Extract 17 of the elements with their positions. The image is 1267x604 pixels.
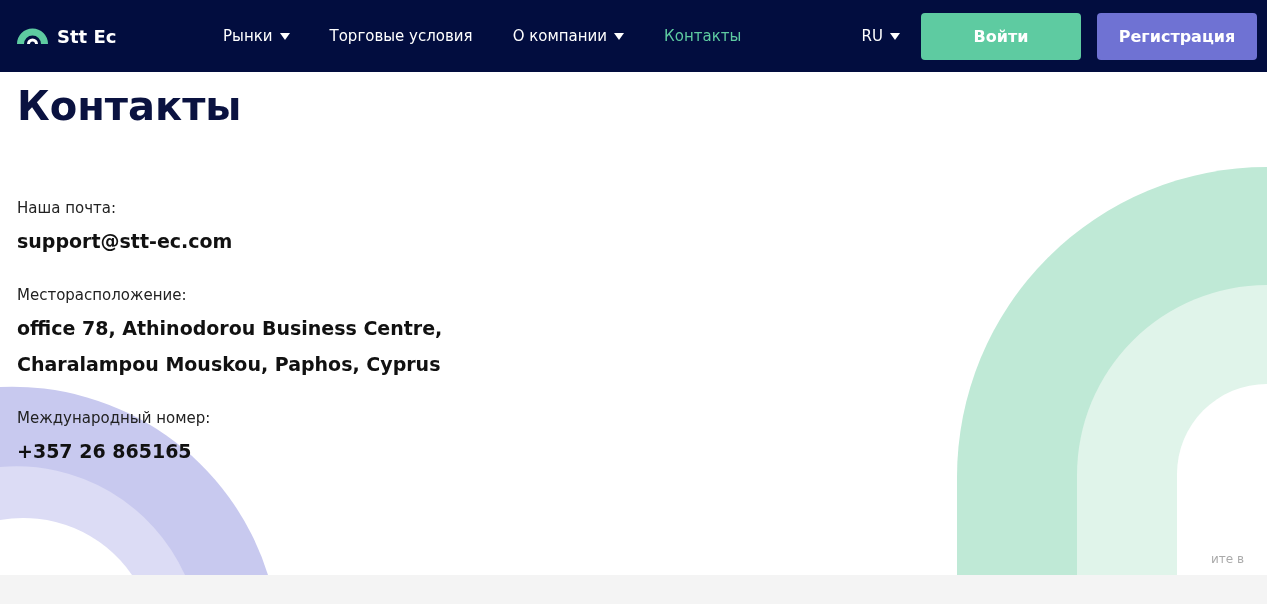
nav-link[interactable]: Контакты: [664, 27, 742, 45]
contact-value: office 78, Athinodorou Business Centre,: [17, 316, 444, 341]
contact-label: Месторасположение:: [17, 285, 188, 305]
nav-link[interactable]: Торговые условия: [329, 27, 473, 45]
contact-value: Charalampou Mouskou, Paphos, Cyprus: [17, 352, 442, 377]
language-selector[interactable]: RU: [861, 27, 900, 45]
logo-icon: [17, 28, 48, 44]
footer-text-fragment: ите в: [1210, 552, 1244, 566]
logo-text[interactable]: Stt Ec: [57, 25, 117, 47]
nav-link[interactable]: О компании: [512, 27, 625, 45]
page-title: Контакты: [17, 82, 243, 131]
register-button[interactable]: Регистрация: [1097, 12, 1257, 60]
contact-label: Наша почта:: [17, 198, 117, 218]
contact-value: +357 26 865165: [17, 439, 193, 464]
nav-link[interactable]: Рынки: [223, 27, 290, 45]
contact-label: Международный номер:: [17, 408, 212, 428]
contact-value: support@stt-ec.com: [17, 229, 234, 254]
